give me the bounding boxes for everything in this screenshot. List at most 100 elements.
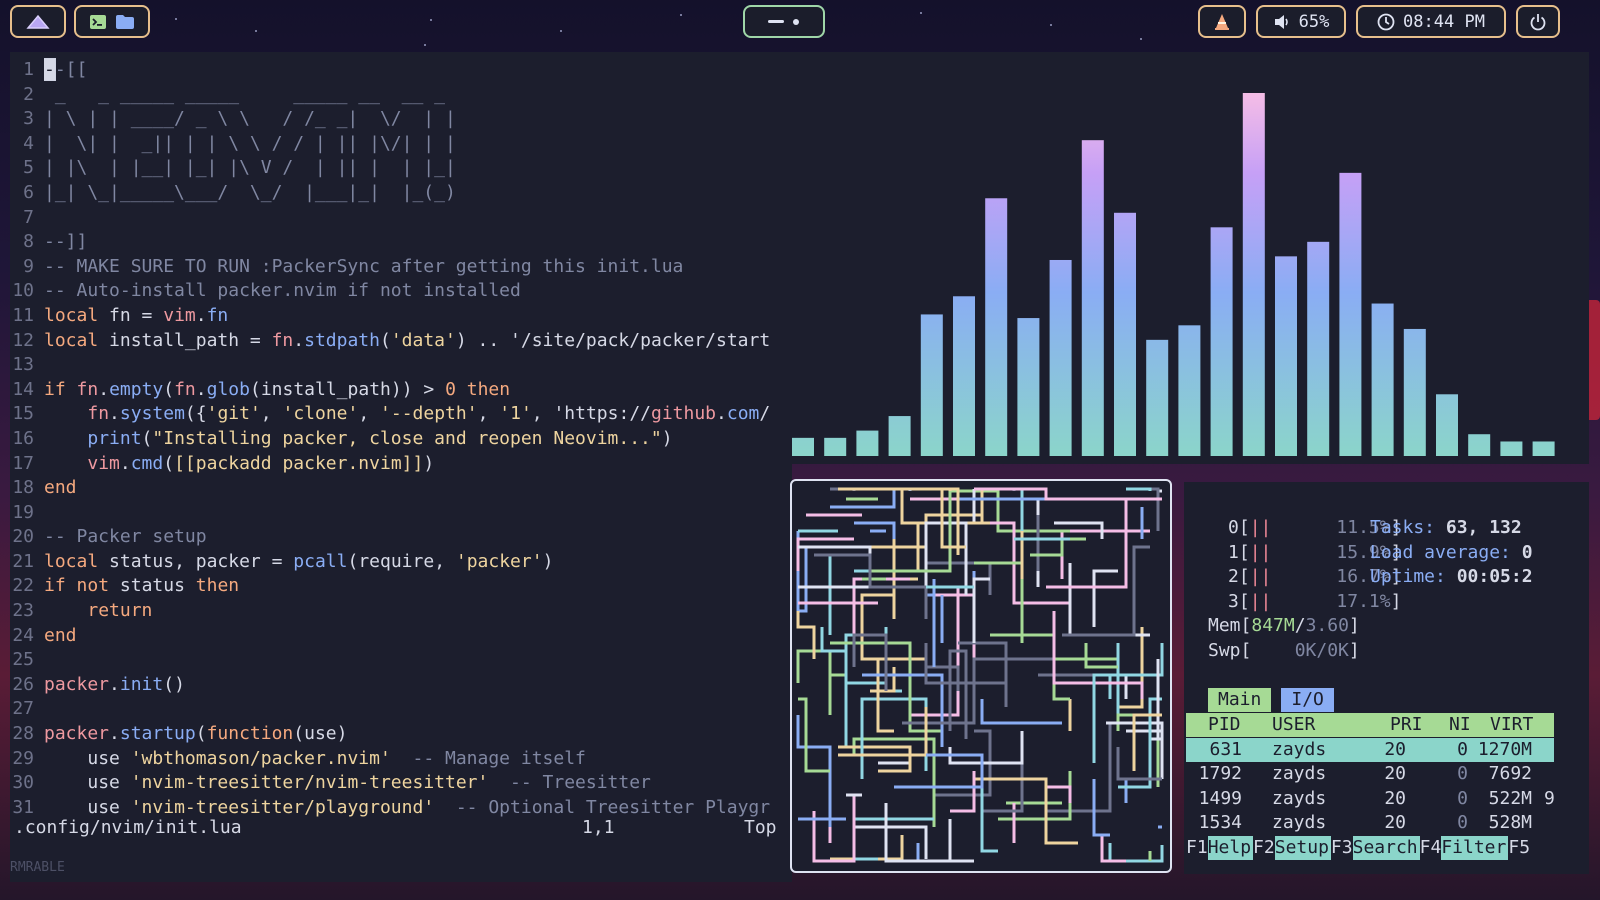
power-icon <box>1529 13 1547 31</box>
tab-io[interactable]: I/O <box>1281 688 1334 712</box>
code-line[interactable]: 17 vim.cmd([[packadd packer.nvim]]) <box>10 452 792 477</box>
code-buffer[interactable]: 1 --[[2 _ _ _____ _____ _____ __ __ _ 3 | … <box>10 58 792 820</box>
code-line[interactable]: 28 packer.startup(function(use) <box>10 722 792 747</box>
code-line[interactable]: 6 |_| \_|_____\___/ \_/ |___|_| |_(_) <box>10 181 792 206</box>
clock-widget[interactable]: 08:44 PM <box>1356 5 1506 38</box>
column-virt[interactable]: VIRT <box>1490 713 1533 737</box>
code-line[interactable]: 30 use 'nvim-treesitter/nvim-treesitter'… <box>10 771 792 796</box>
code-line[interactable]: 13 <box>10 353 792 378</box>
visualizer-bar <box>1371 303 1394 456</box>
pipes-terminal[interactable] <box>790 479 1172 873</box>
code-line[interactable]: 8 --]] <box>10 230 792 255</box>
process-pri: 20 <box>1384 812 1406 834</box>
code-line[interactable]: 27 <box>10 697 792 722</box>
code-line[interactable]: 3 | \ | | ____/ _ \ \ / /_ _| \/ | | <box>10 107 792 132</box>
code-line[interactable]: 7 <box>10 206 792 231</box>
fkey-f2[interactable]: F2 <box>1253 836 1275 860</box>
tab-main[interactable]: Main <box>1208 688 1272 712</box>
code-line[interactable]: 12 local install_path = fn.stdpath('data'… <box>10 329 792 354</box>
column-user[interactable]: USER <box>1272 713 1315 737</box>
process-pri: 20 <box>1384 787 1406 809</box>
status-file: .config/nvim/init.lua <box>14 817 242 838</box>
fkey-f1[interactable]: F1 <box>1186 836 1208 860</box>
code-line[interactable]: 19 <box>10 501 792 526</box>
command-line[interactable]: RMRABLE <box>10 860 65 875</box>
status-scroll: Top <box>744 817 777 838</box>
fkey-label[interactable]: Search <box>1352 836 1420 860</box>
code-line[interactable]: 26 packer.init() <box>10 673 792 698</box>
process-row[interactable]: 631 zayds 20 0 1270M <box>1186 737 1554 762</box>
process-row[interactable]: 1792 zayds 20 0 7692 <box>1186 762 1586 786</box>
code-line[interactable]: 23 return <box>10 599 792 624</box>
pipe-segment <box>1116 747 1162 781</box>
window-controls <box>743 5 825 38</box>
code-line[interactable]: 20 -- Packer setup <box>10 525 792 550</box>
line-number: 28 <box>12 723 34 745</box>
column-ni[interactable]: NI <box>1449 713 1471 737</box>
swap-meter: Swp[ 0K/0K] <box>1208 640 1360 661</box>
status-line: .config/nvim/init.lua 1,1 Top <box>14 817 788 841</box>
vlc-button[interactable] <box>1198 5 1246 38</box>
process-row[interactable]: 1499 zayds 20 0 522M 9 <box>1186 787 1586 811</box>
line-text: packer.init() <box>44 673 185 695</box>
fkey-label[interactable]: Help <box>1207 836 1254 860</box>
fkey-label[interactable]: Setup <box>1274 836 1331 860</box>
code-line[interactable]: 1 --[[ <box>10 58 792 83</box>
code-line[interactable]: 15 fn.system({'git', 'clone', '--depth',… <box>10 402 792 427</box>
fkey-f3[interactable]: F3 <box>1331 836 1353 860</box>
power-button[interactable] <box>1516 5 1560 38</box>
line-number: 25 <box>12 649 34 671</box>
column-pri[interactable]: PRI <box>1390 713 1423 737</box>
code-line[interactable]: 22 if not status then <box>10 574 792 599</box>
fkey-f4[interactable]: F4 <box>1420 836 1442 860</box>
terminal-icon[interactable] <box>89 14 107 30</box>
code-line[interactable]: 29 use 'wbthomason/packer.nvim' -- Manag… <box>10 747 792 772</box>
folder-icon[interactable] <box>115 14 135 30</box>
process-pid: 631 <box>1209 738 1242 760</box>
pipe-segment <box>876 657 902 733</box>
visualizer-bar <box>1081 140 1104 456</box>
process-table-header[interactable]: PID USER PRI NI VIRT <box>1186 713 1554 737</box>
workspace-button[interactable] <box>10 5 66 38</box>
line-text: end <box>44 624 77 646</box>
speaker-icon <box>1273 14 1291 30</box>
code-line[interactable]: 18 end <box>10 476 792 501</box>
code-line[interactable]: 10 -- Auto-install packer.nvim if not ins… <box>10 279 792 304</box>
volume-value: 65% <box>1298 11 1330 32</box>
pipe-segment <box>1118 627 1144 709</box>
line-number: 11 <box>12 304 34 326</box>
code-line[interactable]: 21 local status, packer = pcall(require, … <box>10 550 792 575</box>
line-text: local install_path = fn.stdpath('data') … <box>44 329 771 351</box>
volume-button[interactable]: 65% <box>1256 5 1346 38</box>
line-text: vim.cmd([[packadd packer.nvim]]) <box>87 452 435 474</box>
code-line[interactable]: 5 | |\ | |__| |_| |\ V / | || | | |_| <box>10 156 792 181</box>
process-row[interactable]: 1534 zayds 20 0 528M <box>1186 811 1586 835</box>
pipe-segment <box>1108 843 1164 863</box>
minus-icon[interactable] <box>768 19 784 24</box>
fkey-label[interactable]: Filter <box>1441 836 1509 860</box>
code-line[interactable]: 25 <box>10 648 792 673</box>
code-line[interactable]: 11 local fn = vim.fn <box>10 304 792 329</box>
line-text: print("Installing packer, close and reop… <box>87 427 673 449</box>
code-line[interactable]: 2 _ _ _____ _____ _____ __ __ _ <box>10 83 792 108</box>
line-number: 4 <box>23 132 34 154</box>
htop-terminal[interactable]: 0[|| 11.5%] 1[|| 15.9%] 2[|| 16.7%] 3[|| 17… <box>1184 482 1589 874</box>
code-line[interactable]: 4 | \| | _|| | | \ \ / / | || |\/| | | <box>10 132 792 157</box>
code-line[interactable]: 24 end <box>10 624 792 649</box>
code-line[interactable]: 9 -- MAKE SURE TO RUN :PackerSync after g… <box>10 255 792 280</box>
pipe-segment <box>934 593 976 683</box>
dot-icon[interactable] <box>792 18 800 26</box>
line-text: | \ | | ____/ _ \ \ / /_ _| \/ | | <box>44 108 456 130</box>
memory-meter: Mem[847M/3.60] <box>1208 615 1360 637</box>
line-number: 20 <box>12 526 34 548</box>
visualizer-bar <box>953 296 975 456</box>
neovim-window[interactable]: 1 --[[2 _ _ _____ _____ _____ __ __ _ 3 | … <box>10 52 792 882</box>
line-number: 22 <box>12 575 34 597</box>
code-line[interactable]: 16 print("Installing packer, close and r… <box>10 427 792 452</box>
code-line[interactable]: 14 if fn.empty(fn.glob(install_path)) > 0… <box>10 378 792 403</box>
visualizer-bar <box>888 416 911 456</box>
fkey-f5[interactable]: F5 <box>1508 836 1530 860</box>
column-pid[interactable]: PID <box>1208 713 1241 737</box>
line-text: if fn.empty(fn.glob(install_path)) > 0 t… <box>44 378 511 400</box>
line-text: if not status then <box>44 575 240 597</box>
